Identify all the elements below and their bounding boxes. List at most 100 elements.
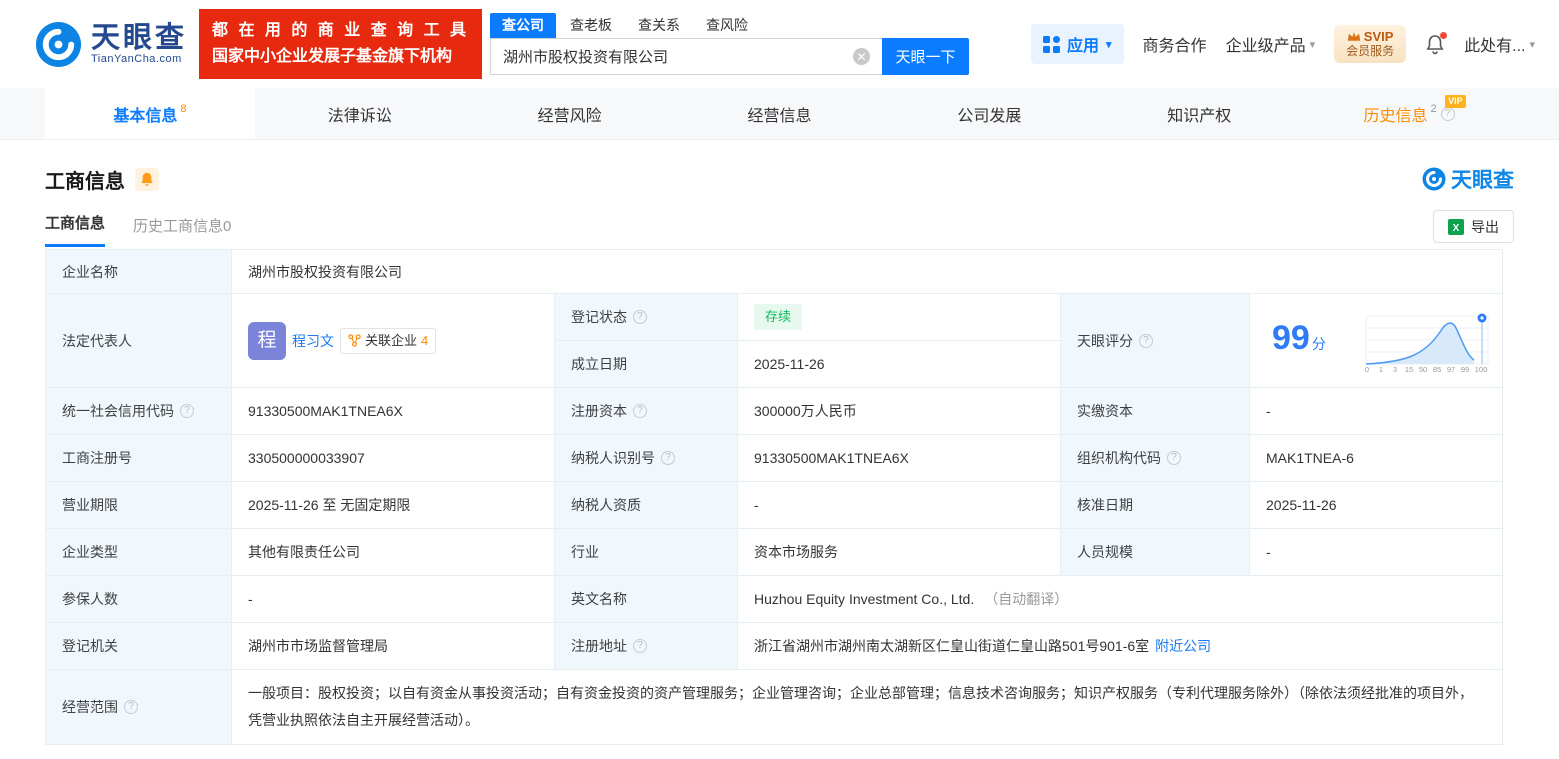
label-business-scope: 经营范围? <box>46 670 232 745</box>
svip-label: SVIP <box>1363 29 1394 44</box>
label-credit-code: 统一社会信用代码? <box>46 388 232 435</box>
apps-label: 应用 <box>1067 38 1100 55</box>
value-business-scope: 一般项目：股权投资；以自有资金从事投资活动；自有资金投资的资产管理服务；企业管理… <box>232 670 1503 745</box>
tianyancha-logo[interactable]: 天眼查 TianYanCha.com <box>35 21 187 68</box>
nearby-companies-link[interactable]: 附近公司 <box>1155 636 1211 656</box>
help-icon[interactable]: ? <box>180 404 194 418</box>
help-icon[interactable]: ? <box>633 639 647 653</box>
label-staff-size: 人员规模 <box>1061 529 1250 576</box>
value-reg-authority: 湖州市市场监督管理局 <box>232 623 555 670</box>
svip-sub-label: 会员服务 <box>1346 44 1395 58</box>
status-badge: 存续 <box>754 304 803 330</box>
search-tab-boss[interactable]: 查老板 <box>558 13 624 38</box>
section-title: 工商信息 <box>45 170 125 193</box>
label-taxpayer-quality: 纳税人资质 <box>555 482 738 529</box>
tab-legal-litigation-label: 法律诉讼 <box>327 107 392 125</box>
tab-history-info-label: 历史信息 <box>1363 107 1428 125</box>
excel-icon: X <box>1448 218 1464 235</box>
value-reg-capital: 300000万人民币 <box>738 388 1061 435</box>
chevron-down-icon: ▾ <box>1309 38 1316 51</box>
search-button[interactable]: 天眼一下 <box>882 38 970 75</box>
subtab-business-info[interactable]: 工商信息 <box>45 212 106 247</box>
value-staff-size: - <box>1250 529 1503 576</box>
tab-company-development[interactable]: 公司发展 <box>884 88 1094 139</box>
svg-text:85: 85 <box>1433 365 1441 374</box>
tab-basic-info[interactable]: 基本信息 8 <box>45 88 255 139</box>
tab-history-info[interactable]: VIP 历史信息 2 ? <box>1304 88 1514 139</box>
score-chart: 0 1 3 15 50 85 97 99 100 <box>1365 313 1489 374</box>
vip-badge: VIP <box>1445 95 1466 108</box>
label-tyc-score: 天眼评分? <box>1061 294 1250 388</box>
help-icon[interactable]: ? <box>661 451 675 465</box>
tab-legal-litigation[interactable]: 法律诉讼 <box>255 88 465 139</box>
notification-bell-icon[interactable] <box>1425 31 1448 55</box>
legal-rep-name-link[interactable]: 程习文 <box>292 331 334 351</box>
search-input[interactable] <box>490 38 883 75</box>
tab-company-development-label: 公司发展 <box>957 107 1022 125</box>
business-info-table: 企业名称 湖州市股权投资有限公司 法定代表人 程 程习文 关联企业 4 登记状态… <box>45 249 1503 745</box>
label-english-name: 英文名称 <box>555 576 738 623</box>
export-button[interactable]: X 导出 <box>1433 210 1514 243</box>
label-reg-authority: 登记机关 <box>46 623 232 670</box>
subtab-history-business-info[interactable]: 历史工商信息0 <box>133 215 231 247</box>
score-unit: 分 <box>1311 335 1326 352</box>
svip-member-button[interactable]: SVIP 会员服务 <box>1334 25 1407 63</box>
help-icon[interactable]: ? <box>633 404 647 418</box>
account-menu[interactable]: 此处有... ▾ <box>1464 32 1535 56</box>
main-content: 工商信息 天眼查 工商信息 历史工商信息0 X 导出 企业名称 湖州市股权投资有… <box>0 164 1559 745</box>
value-company-name: 湖州市股权投资有限公司 <box>232 250 1503 294</box>
score-number: 99 <box>1272 318 1310 357</box>
related-companies-count: 4 <box>421 332 429 348</box>
apps-button[interactable]: 应用 ▾ <box>1031 24 1124 64</box>
promo-line1: 都 在 用 的 商 业 查 询 工 具 <box>212 22 470 39</box>
label-business-term: 营业期限 <box>46 482 232 529</box>
svg-text:15: 15 <box>1405 365 1413 374</box>
biz-cooperation-label: 商务合作 <box>1142 38 1207 55</box>
help-icon[interactable]: ? <box>124 700 138 714</box>
tab-basic-info-count: 8 <box>180 102 187 115</box>
header-right: 应用 ▾ 商务合作 企业级产品 ▾ SVIP 会员服务 此处有... ▾ <box>1031 24 1535 64</box>
label-taxpayer-id: 纳税人识别号? <box>555 435 738 482</box>
watermark-logo-text: 天眼查 <box>1451 169 1514 192</box>
clear-search-icon[interactable]: ✕ <box>853 48 871 65</box>
promo-banner: 都 在 用 的 商 业 查 询 工 具 国家中小企业发展子基金旗下机构 <box>199 9 483 79</box>
subscribe-bell-icon[interactable] <box>135 167 159 191</box>
label-approval-date: 核准日期 <box>1061 482 1250 529</box>
search-area: 查公司 查老板 查关系 查风险 ✕ 天眼一下 <box>490 13 970 75</box>
biz-cooperation-link[interactable]: 商务合作 <box>1143 32 1207 56</box>
help-icon[interactable]: ? <box>1167 451 1181 465</box>
help-icon[interactable]: ? <box>633 310 647 324</box>
value-business-term: 2025-11-26 至 无固定期限 <box>232 482 555 529</box>
enterprise-products-link[interactable]: 企业级产品 ▾ <box>1226 32 1316 56</box>
related-companies-icon <box>348 334 361 347</box>
tab-operation-risk[interactable]: 经营风险 <box>465 88 675 139</box>
crown-icon <box>1347 32 1361 41</box>
tab-intellectual-property-label: 知识产权 <box>1167 107 1232 125</box>
help-icon[interactable]: ? <box>1139 333 1153 348</box>
value-reg-address: 浙江省湖州市湖州南太湖新区仁皇山街道仁皇山路501号901-6室 附近公司 <box>738 623 1503 670</box>
notification-dot <box>1440 31 1448 39</box>
account-label: 此处有... <box>1464 38 1526 55</box>
search-tab-relation[interactable]: 查关系 <box>626 13 692 38</box>
search-tabs: 查公司 查老板 查关系 查风险 <box>490 13 969 38</box>
label-industry: 行业 <box>555 529 738 576</box>
label-company-name: 企业名称 <box>46 250 232 294</box>
tab-operation-info[interactable]: 经营信息 <box>675 88 885 139</box>
value-english-name: Huzhou Equity Investment Co., Ltd. （自动翻译… <box>738 576 1503 623</box>
promo-line2: 国家中小企业发展子基金旗下机构 <box>212 48 453 65</box>
tab-basic-info-label: 基本信息 <box>113 107 178 125</box>
value-tyc-score[interactable]: 99 分 0 1 3 15 50 85 97 99 100 <box>1250 294 1503 388</box>
help-icon[interactable]: ? <box>1440 106 1455 121</box>
legal-rep-avatar[interactable]: 程 <box>248 321 286 360</box>
value-legal-rep: 程 程习文 关联企业 4 <box>232 294 555 388</box>
label-org-code: 组织机构代码? <box>1061 435 1250 482</box>
value-company-type: 其他有限责任公司 <box>232 529 555 576</box>
related-companies-tag[interactable]: 关联企业 4 <box>340 327 437 354</box>
value-org-code: MAK1TNEA-6 <box>1250 435 1503 482</box>
label-paid-capital: 实缴资本 <box>1061 388 1250 435</box>
tab-intellectual-property[interactable]: 知识产权 <box>1094 88 1304 139</box>
search-tab-company[interactable]: 查公司 <box>490 13 557 38</box>
search-tab-risk[interactable]: 查风险 <box>694 13 760 38</box>
svg-text:100: 100 <box>1475 365 1488 374</box>
tab-operation-risk-label: 经营风险 <box>537 107 602 125</box>
